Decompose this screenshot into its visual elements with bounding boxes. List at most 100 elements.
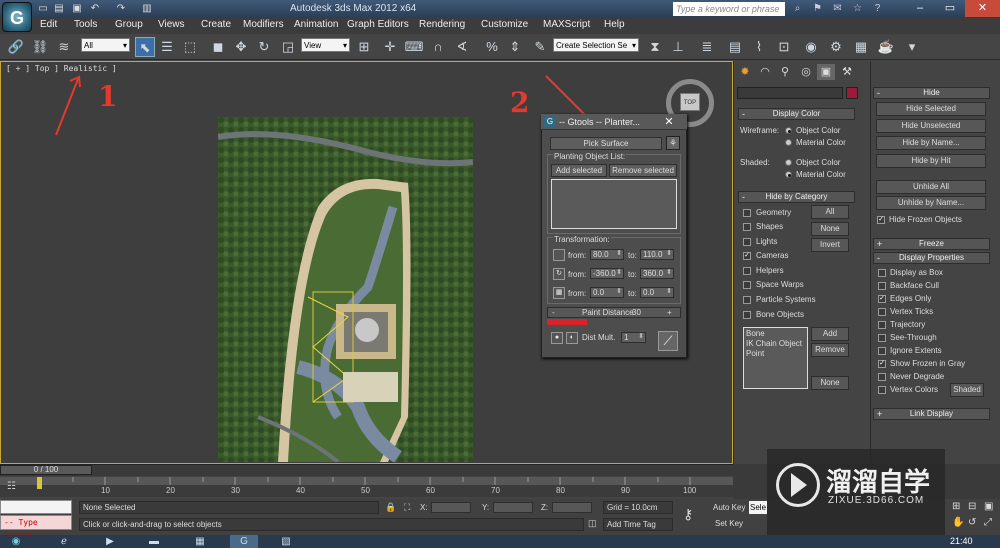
- absolute-mode-icon[interactable]: ⛶: [404, 502, 416, 513]
- scale-toggle-icon[interactable]: [553, 249, 565, 261]
- align-icon[interactable]: ⊥: [668, 37, 688, 57]
- paint-brush-icon[interactable]: ●: [551, 332, 563, 344]
- hierarchy-tab-icon[interactable]: ⚲: [776, 64, 794, 80]
- maximize-viewport-icon[interactable]: ⤢: [984, 517, 996, 529]
- object-color-swatch[interactable]: [846, 87, 858, 99]
- add-time-tag-button[interactable]: Add Time Tag: [603, 518, 673, 531]
- help-icon[interactable]: ?: [870, 2, 885, 16]
- display-as-box-checkbox[interactable]: [878, 269, 886, 277]
- helpers-checkbox[interactable]: [743, 267, 751, 275]
- render-setup-icon[interactable]: ⚙: [826, 37, 846, 57]
- script-error-field[interactable]: -- Type error:: [0, 515, 72, 540]
- rect-selection-icon[interactable]: ⬚: [180, 37, 200, 57]
- zoom-region-icon[interactable]: ▣: [984, 501, 996, 513]
- app-menu-button[interactable]: G: [2, 2, 32, 32]
- hide-frozen-checkbox[interactable]: ✓: [877, 216, 885, 224]
- taskbar-app-icon[interactable]: ▦: [186, 535, 214, 548]
- viewport-label[interactable]: [ + ] Top ] Realistic ]: [6, 64, 117, 73]
- material-editor-icon[interactable]: ◉: [801, 37, 821, 57]
- minimize-button[interactable]: –: [905, 0, 935, 17]
- time-tag-icon[interactable]: ◫: [588, 518, 600, 530]
- set-key-icon[interactable]: ⚷: [683, 506, 705, 524]
- hide-unselected-button[interactable]: Hide Unselected: [876, 119, 986, 133]
- category-none2-button[interactable]: None: [811, 376, 849, 390]
- new-file-icon[interactable]: ▭: [36, 2, 50, 15]
- pan-icon[interactable]: ✋: [952, 517, 964, 529]
- spinner-snap-icon[interactable]: ⇕: [505, 37, 525, 57]
- lights-checkbox[interactable]: [743, 238, 751, 246]
- menu-tools[interactable]: Tools: [74, 19, 97, 30]
- remove-selected-button[interactable]: Remove selected: [609, 164, 677, 177]
- menu-edit[interactable]: Edit: [40, 19, 57, 30]
- hide-rollout[interactable]: - Hide: [873, 87, 990, 99]
- bind-space-warp-icon[interactable]: ≋: [54, 37, 74, 57]
- planter-options-icon[interactable]: ⚘: [666, 136, 680, 150]
- keyboard-shortcut-icon[interactable]: ⌨: [404, 37, 424, 57]
- wireframe-material-color-radio[interactable]: [785, 139, 792, 146]
- taskbar-media-icon[interactable]: ▶: [96, 535, 124, 548]
- rendered-frame-window-icon[interactable]: ▦: [851, 37, 871, 57]
- close-button[interactable]: ✕: [965, 0, 1000, 17]
- taskbar-3dsmax-icon[interactable]: G: [230, 535, 258, 548]
- modify-tab-icon[interactable]: ◠: [756, 64, 774, 80]
- show-frozen-gray-checkbox[interactable]: ✓: [878, 360, 886, 368]
- trajectory-checkbox[interactable]: [878, 321, 886, 329]
- unlink-icon[interactable]: ⛓: [30, 37, 50, 57]
- display-tab-icon[interactable]: ▣: [817, 64, 835, 80]
- edges-only-checkbox[interactable]: ✓: [878, 295, 886, 303]
- window-crossing-icon[interactable]: ◼: [208, 37, 228, 57]
- zoom-all-icon[interactable]: ⊟: [968, 501, 980, 513]
- motion-tab-icon[interactable]: ◎: [797, 64, 815, 80]
- selection-lock-icon[interactable]: 🔒: [385, 502, 397, 513]
- mirror-icon[interactable]: ⧗: [645, 37, 665, 57]
- menu-help[interactable]: Help: [604, 19, 625, 30]
- angle-snap-icon[interactable]: ∢: [452, 37, 472, 57]
- taskbar-ie-icon[interactable]: ℯ: [50, 535, 78, 548]
- y-coordinate-input[interactable]: [493, 502, 533, 513]
- create-tab-icon[interactable]: ✸: [736, 64, 754, 80]
- communication-icon[interactable]: ✉: [830, 2, 845, 16]
- category-all-button[interactable]: All: [811, 205, 849, 219]
- paint-mode-icon[interactable]: ⟋: [658, 331, 678, 351]
- curve-editor-icon[interactable]: ⌇: [749, 37, 769, 57]
- time-slider-track[interactable]: [0, 464, 733, 476]
- search-icon[interactable]: ⌕: [790, 2, 805, 16]
- toolbar-overflow-icon[interactable]: ▾: [902, 37, 922, 57]
- planting-object-list[interactable]: [551, 179, 677, 229]
- never-degrade-checkbox[interactable]: [878, 373, 886, 381]
- menu-graph-editors[interactable]: Graph Editors: [347, 19, 409, 30]
- set-key-button[interactable]: Set Key: [715, 519, 743, 528]
- select-by-name-icon[interactable]: ☰: [157, 37, 177, 57]
- redo-icon[interactable]: ↷: [114, 2, 128, 15]
- menu-views[interactable]: Views: [158, 19, 185, 30]
- menu-modifiers[interactable]: Modifiers: [243, 19, 284, 30]
- maximize-button[interactable]: ▭: [935, 0, 965, 17]
- category-none-button[interactable]: None: [811, 222, 849, 236]
- link-display-rollout[interactable]: + Link Display: [873, 408, 990, 420]
- pivot-center-icon[interactable]: ⊞: [354, 37, 374, 57]
- zoom-extents-icon[interactable]: ⊞: [952, 501, 964, 513]
- scale-from-input[interactable]: 80.0: [590, 249, 624, 260]
- open-file-icon[interactable]: ▤: [52, 2, 66, 15]
- graphite-ribbon-icon[interactable]: ▤: [725, 37, 745, 57]
- snaps-toggle-icon[interactable]: ∩: [428, 37, 448, 57]
- menu-animation[interactable]: Animation: [294, 19, 338, 30]
- menu-rendering[interactable]: Rendering: [419, 19, 465, 30]
- schematic-view-icon[interactable]: ⊡: [774, 37, 794, 57]
- auto-key-button[interactable]: Auto Key: [713, 503, 745, 512]
- hide-by-hit-button[interactable]: Hide by Hit: [876, 154, 986, 168]
- x-coordinate-input[interactable]: [431, 502, 471, 513]
- object-name-field[interactable]: [737, 87, 843, 99]
- edit-named-selection-icon[interactable]: ✎: [530, 37, 550, 57]
- key-filter-dropdown[interactable]: Sele: [749, 501, 767, 514]
- shaded-button[interactable]: Shaded: [950, 383, 984, 397]
- orbit-icon[interactable]: ↺: [968, 517, 980, 529]
- see-through-checkbox[interactable]: [878, 334, 886, 342]
- close-icon[interactable]: ✕: [662, 115, 676, 129]
- move-icon[interactable]: ✥: [231, 37, 251, 57]
- layer-manager-icon[interactable]: ≣: [697, 37, 717, 57]
- rotate-to-input[interactable]: 360.0: [640, 268, 674, 279]
- hide-selected-button[interactable]: Hide Selected: [876, 102, 986, 116]
- add-selected-button[interactable]: Add selected: [551, 164, 607, 177]
- unhide-all-button[interactable]: Unhide All: [876, 180, 986, 194]
